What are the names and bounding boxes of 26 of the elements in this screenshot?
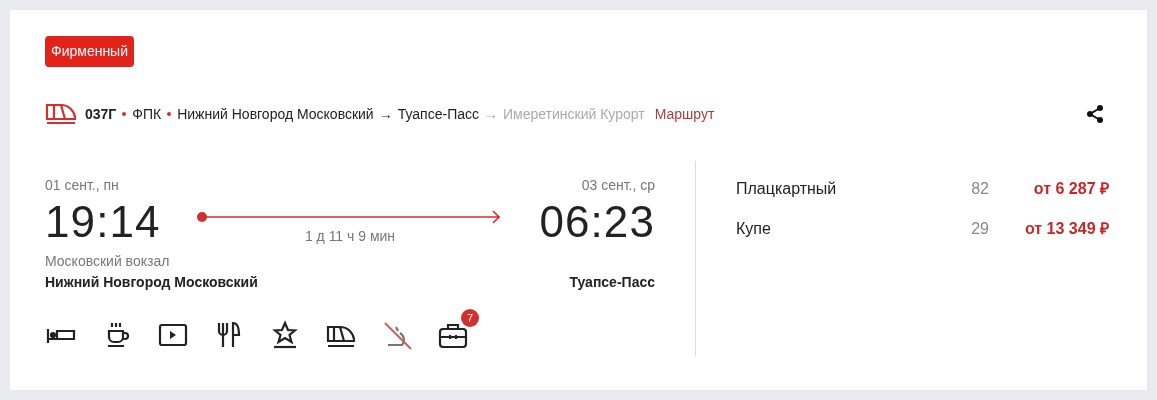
train-icon	[45, 103, 77, 125]
departure-station: Нижний Новгород Московский	[45, 273, 258, 292]
departure-station-note: Московский вокзал	[45, 252, 171, 271]
final-station: Имеретинский Курорт	[503, 104, 645, 124]
arrival-time: 06:23	[539, 198, 655, 245]
arrival-station: Туапсе-Пасс	[569, 273, 655, 292]
carrier-name: ФПК	[132, 104, 162, 124]
count-badge: 7	[461, 309, 479, 327]
origin-station: Нижний Новгород Московский	[177, 104, 374, 124]
train-number: 037Г	[85, 104, 117, 124]
arrow-text: →	[484, 104, 498, 124]
destination-station: Туапсе-Пасс	[397, 104, 479, 124]
share-icon[interactable]	[1085, 104, 1105, 124]
departure-time: 19:14	[45, 198, 161, 245]
travel-duration: 1 д 11 ч 9 мин	[304, 227, 396, 246]
car-class: Купе	[736, 219, 771, 239]
fare-price: от 6 287 ₽	[1032, 179, 1109, 199]
arrow-text: →	[378, 104, 393, 124]
seat-count: 82	[971, 179, 989, 199]
branded-badge: Фирменный	[45, 36, 134, 67]
fare-price: от 13 349 ₽	[1023, 219, 1109, 239]
arrival-date: 03 сент., ср	[581, 176, 655, 195]
car-class: Плацкартный	[736, 179, 837, 199]
route-link[interactable]: Маршрут	[654, 103, 715, 125]
departure-date: 01 сент., пн	[45, 176, 119, 195]
seat-count: 29	[971, 219, 989, 239]
